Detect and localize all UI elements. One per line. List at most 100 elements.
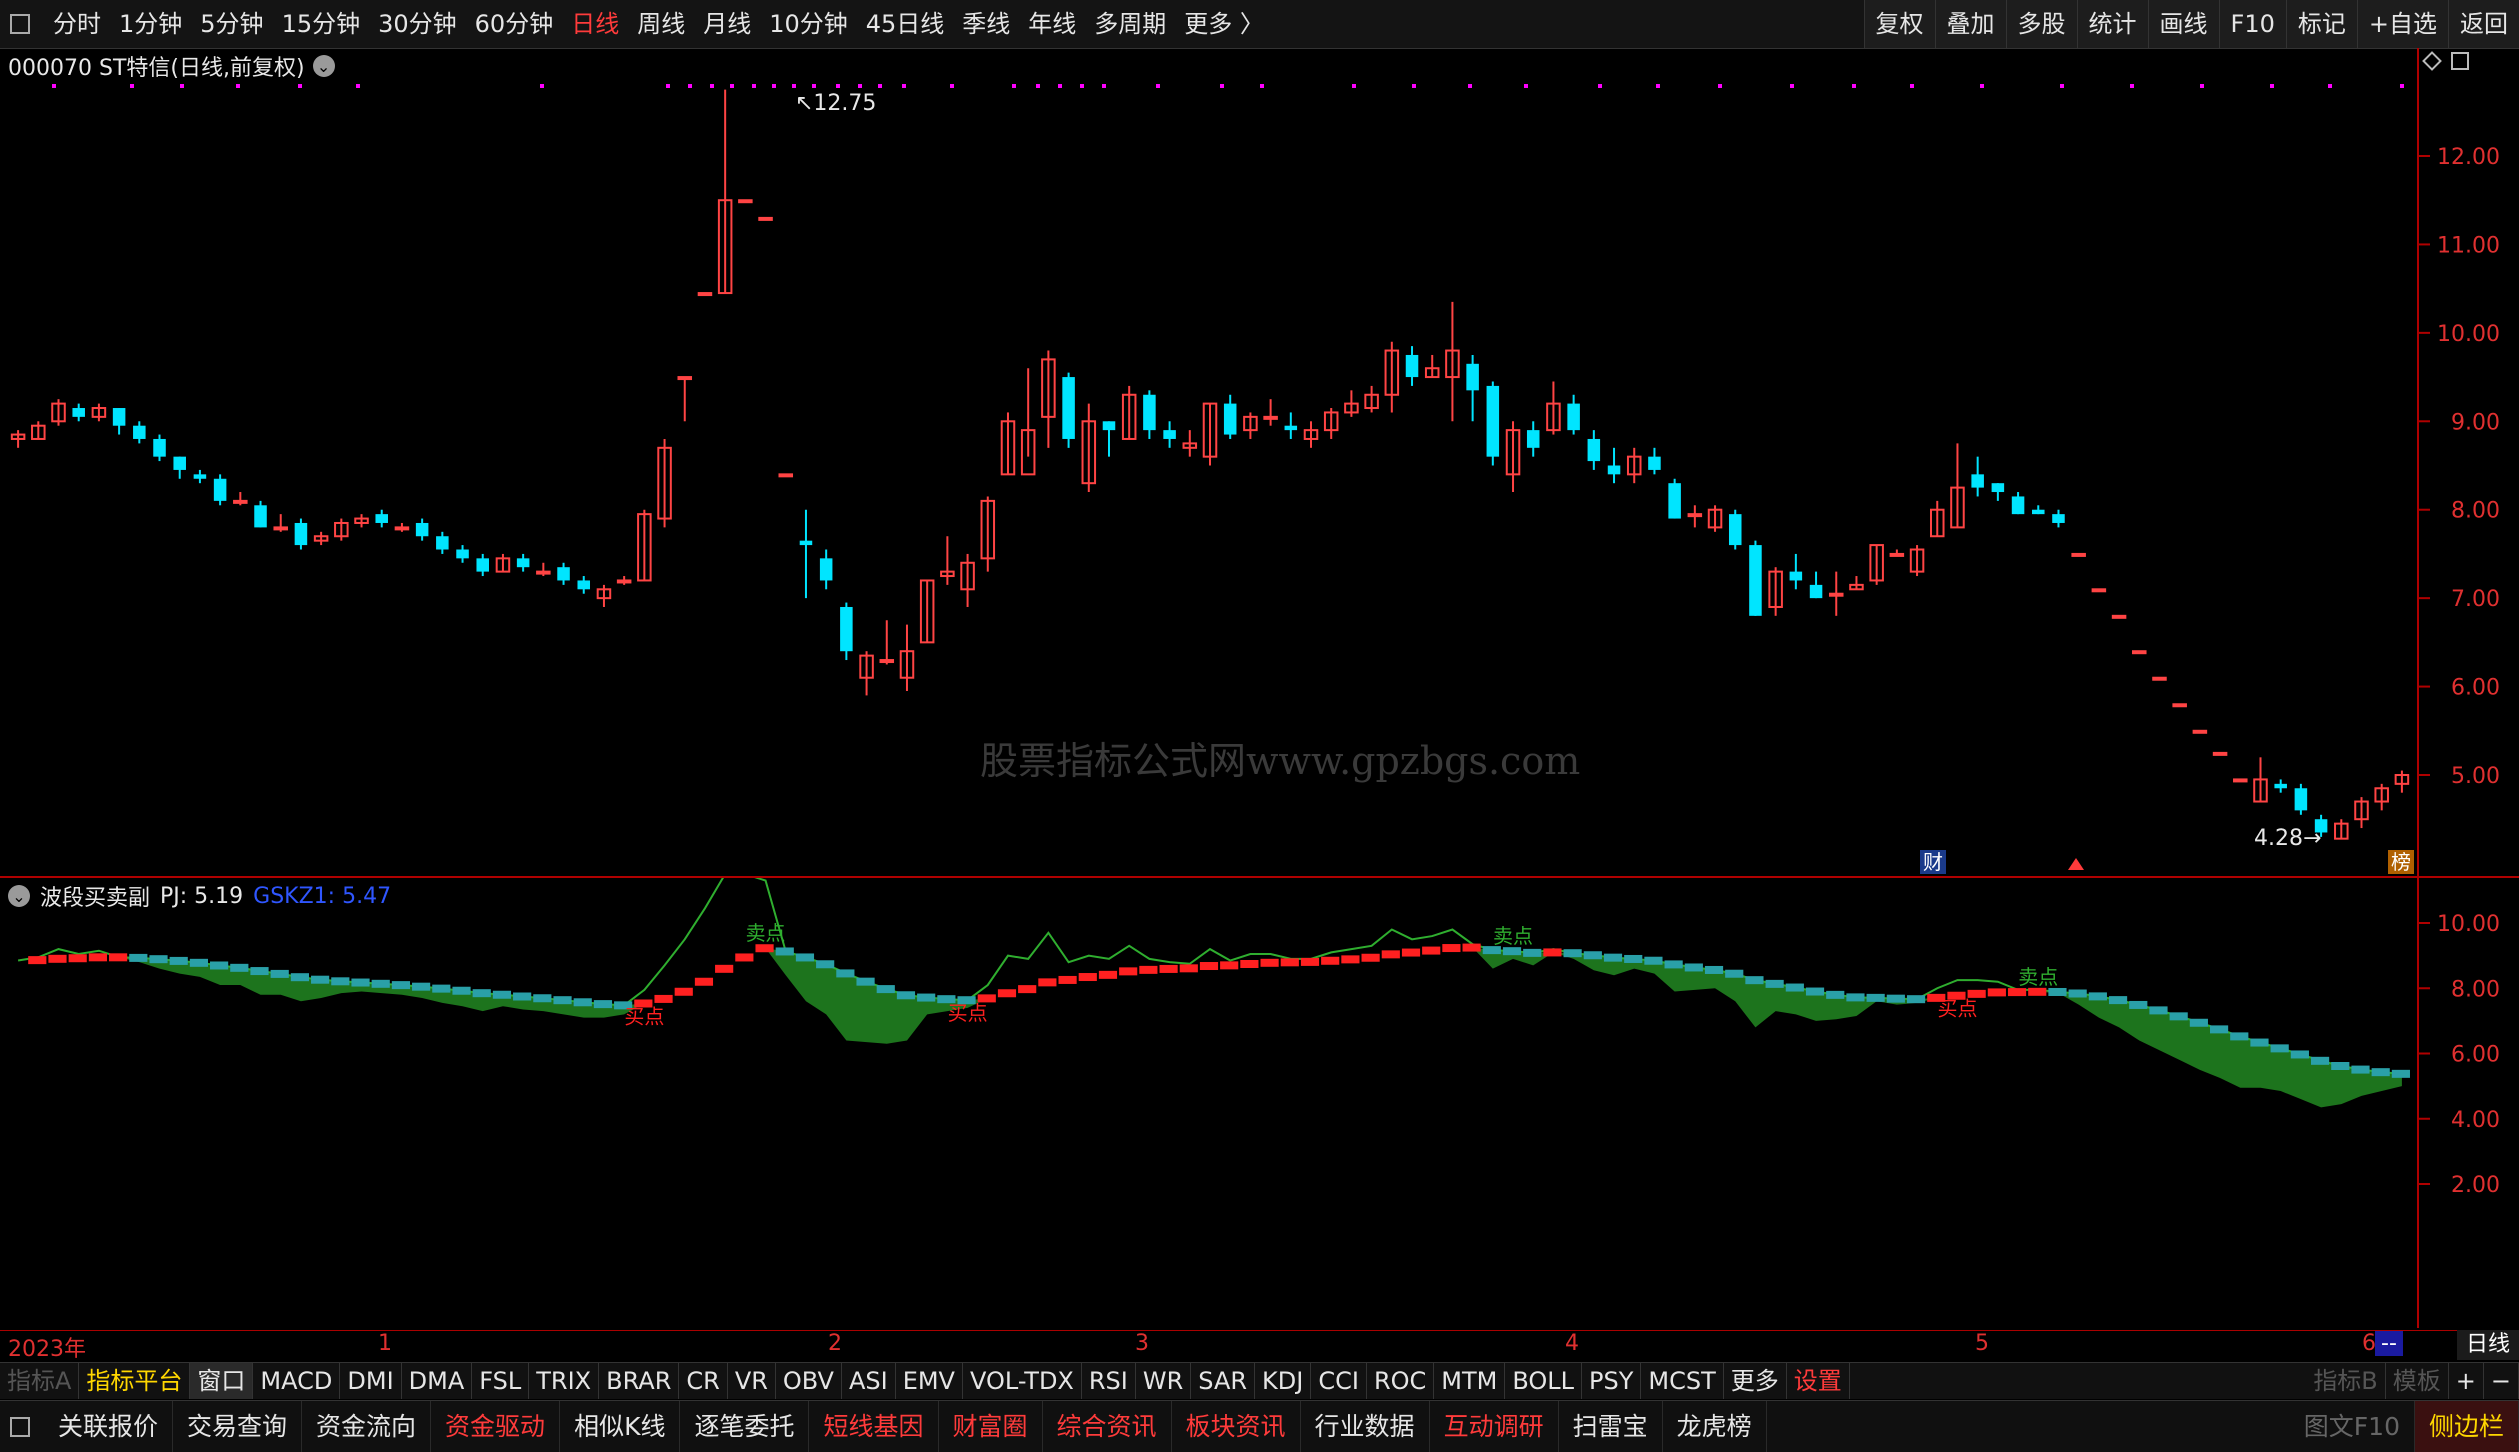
candle[interactable] [394, 522, 410, 532]
period-13[interactable]: 多周期 [1085, 0, 1175, 48]
candle[interactable] [557, 562, 570, 585]
indicator-tab-23[interactable]: PSY [1582, 1363, 1642, 1399]
marker-cai[interactable]: 财 [1920, 850, 1946, 874]
period-9[interactable]: 10分钟 [760, 0, 857, 48]
candle[interactable] [334, 518, 349, 541]
indicator-tab-1[interactable]: 指标平台 [79, 1363, 191, 1399]
period-7[interactable]: 周线 [628, 0, 694, 48]
period-2[interactable]: 5分钟 [191, 0, 272, 48]
candle[interactable] [717, 89, 733, 295]
indicator-tab-2[interactable]: 窗口 [190, 1363, 254, 1399]
candle[interactable] [233, 492, 248, 506]
indicator-tab-14[interactable]: VOL-TDX [963, 1363, 1082, 1399]
marker-bang[interactable]: 榜 [2388, 850, 2414, 874]
top-button-5[interactable]: F10 [2218, 0, 2286, 48]
period-6[interactable]: 日线 [562, 0, 628, 48]
bottom-button-7[interactable]: 财富圈 [939, 1401, 1043, 1452]
candle[interactable] [859, 651, 874, 696]
candle[interactable] [1929, 500, 1945, 538]
period-10[interactable]: 45日线 [857, 0, 954, 48]
bottom-right-0[interactable]: 图文F10 [2290, 1401, 2415, 1452]
candle[interactable] [2374, 783, 2389, 811]
indicator-tab-right-3[interactable]: − [2484, 1363, 2519, 1399]
candle[interactable] [697, 292, 713, 297]
candle[interactable] [778, 473, 794, 478]
candle[interactable] [1668, 478, 1681, 519]
candle[interactable] [193, 469, 207, 484]
candle[interactable] [919, 579, 935, 644]
candle[interactable] [1062, 372, 1075, 448]
period-11[interactable]: 季线 [953, 0, 1019, 48]
bottom-button-11[interactable]: 互动调研 [1430, 1401, 1559, 1452]
candle[interactable] [677, 376, 693, 422]
candle[interactable] [1809, 571, 1823, 599]
candle[interactable] [1749, 540, 1762, 616]
indicator-tab-19[interactable]: CCI [1311, 1363, 1367, 1399]
indicator-tab-12[interactable]: ASI [842, 1363, 896, 1399]
candle[interactable] [31, 421, 46, 440]
candle[interactable] [616, 576, 632, 585]
candle[interactable] [1384, 341, 1400, 413]
candle[interactable] [1344, 390, 1359, 417]
candle[interactable] [2152, 676, 2167, 681]
candle[interactable] [1143, 390, 1156, 439]
candle[interactable] [2091, 588, 2107, 593]
candle[interactable] [799, 509, 813, 599]
bottom-button-5[interactable]: 逐笔委托 [680, 1401, 810, 1452]
candle[interactable] [415, 518, 429, 541]
indicator-tab-right-2[interactable]: + [2449, 1363, 2484, 1399]
candle[interactable] [2274, 779, 2287, 793]
candle[interactable] [516, 553, 530, 572]
indicator-tab-6[interactable]: FSL [472, 1363, 530, 1399]
candle[interactable] [173, 456, 186, 479]
period-4[interactable]: 30分钟 [369, 0, 466, 48]
candle[interactable] [879, 620, 895, 665]
candle[interactable] [2132, 650, 2147, 655]
indicator-tab-18[interactable]: KDJ [1255, 1363, 1312, 1399]
candle[interactable] [294, 518, 308, 550]
candle[interactable] [313, 531, 329, 546]
candle[interactable] [536, 562, 551, 577]
candle[interactable] [1768, 567, 1783, 616]
period-0[interactable]: 分时 [44, 0, 110, 48]
indicator-tab-15[interactable]: RSI [1082, 1363, 1136, 1399]
candle[interactable] [1505, 421, 1521, 493]
candle[interactable] [1202, 402, 1218, 466]
bottom-right-1[interactable]: 侧边栏 [2414, 1401, 2519, 1452]
indicator-tab-8[interactable]: BRAR [599, 1363, 680, 1399]
candle[interactable] [91, 403, 107, 422]
candle[interactable] [10, 430, 26, 448]
candle[interactable] [354, 514, 369, 528]
indicator-tab-right-1[interactable]: 模板 [2386, 1363, 2449, 1399]
candle[interactable] [1303, 421, 1319, 448]
candle[interactable] [1364, 385, 1379, 413]
candle[interactable] [2032, 505, 2045, 515]
indicator-tab-24[interactable]: MCST [1641, 1363, 1724, 1399]
candle[interactable] [1424, 354, 1440, 379]
candle[interactable] [1081, 403, 1097, 493]
candle[interactable] [375, 509, 388, 528]
candle[interactable] [112, 408, 126, 435]
indicator-tab-10[interactable]: VR [728, 1363, 776, 1399]
candle[interactable] [1607, 447, 1621, 484]
candle[interactable] [1587, 430, 1601, 470]
indicator-tab-11[interactable]: OBV [776, 1363, 842, 1399]
candle[interactable] [1526, 421, 1540, 457]
bottom-button-12[interactable]: 扫雷宝 [1559, 1401, 1663, 1452]
top-button-3[interactable]: 统计 [2076, 0, 2148, 48]
candle[interactable] [2253, 757, 2268, 803]
indicator-tab-25[interactable]: 更多 [1724, 1363, 1787, 1399]
candle[interactable] [1041, 350, 1056, 448]
candle[interactable] [1223, 394, 1237, 439]
candle[interactable] [2192, 729, 2208, 734]
candle[interactable] [1909, 545, 1925, 577]
candle[interactable] [1971, 456, 1984, 497]
candle[interactable] [2212, 751, 2228, 756]
candle[interactable] [758, 216, 773, 221]
candle[interactable] [1648, 447, 1661, 475]
candle[interactable] [213, 474, 227, 506]
candle[interactable] [1000, 412, 1016, 476]
candle[interactable] [254, 500, 267, 528]
candle[interactable] [960, 553, 975, 607]
bottom-button-13[interactable]: 龙虎榜 [1663, 1401, 1767, 1452]
